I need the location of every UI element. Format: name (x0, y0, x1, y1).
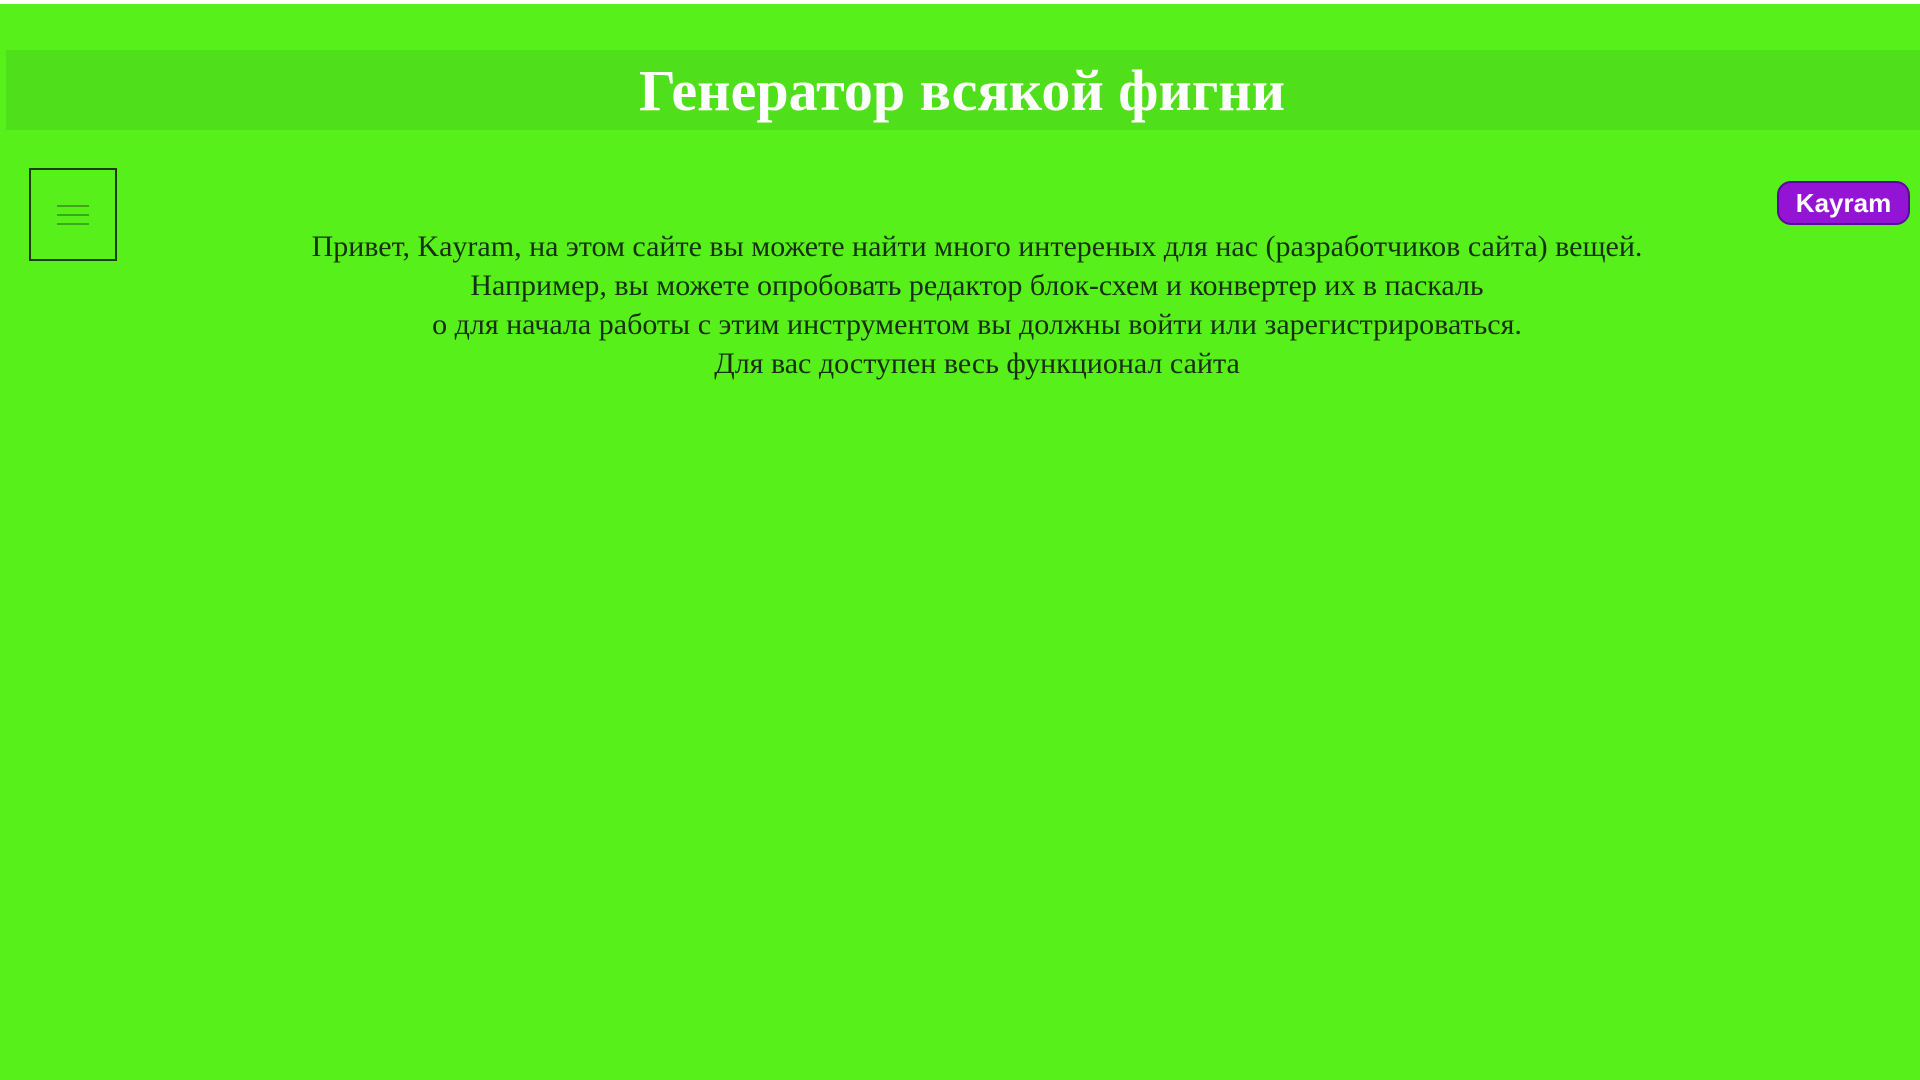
hamburger-menu-icon (57, 204, 89, 225)
intro-line-login-note: о для начала работы с этим инструментом … (432, 308, 1522, 341)
page: Генератор всякой фигни Kayram Привет, Ka… (0, 4, 1920, 1080)
site-header: Генератор всякой фигни (6, 50, 1920, 130)
intro-line-greeting: Привет, Kayram, на этом сайте вы можете … (311, 230, 1643, 263)
intro-text: Привет, Kayram, на этом сайте вы можете … (160, 227, 1794, 383)
intro-line-access-note: Для вас доступен весь функционал сайта (714, 347, 1240, 380)
user-account-button[interactable]: Kayram (1777, 181, 1910, 225)
site-title: Генератор всякой фигни (638, 58, 1286, 123)
intro-line-example: Например, вы можете опробовать редактор … (470, 269, 1484, 302)
menu-toggle-button[interactable] (29, 168, 117, 261)
